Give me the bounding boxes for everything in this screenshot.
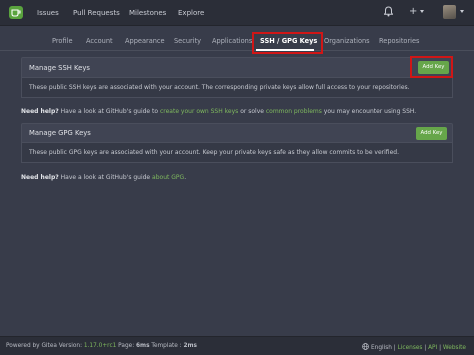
- powered-by-text: Powered by Gitea Version:: [6, 343, 84, 349]
- gitea-version: 1.17.0+rc1: [83, 343, 117, 349]
- settings-tabs: Profile Account Appearance Security Appl…: [0, 29, 474, 51]
- about-gpg-link[interactable]: about GPG: [152, 174, 184, 181]
- gpg-keys-description: These public GPG keys are associated wit…: [29, 149, 399, 156]
- ssh-help-text-2: or solve: [238, 108, 266, 115]
- page-time-label: Page:: [116, 343, 137, 349]
- ssh-help-text: Need help? Have a look at GitHub's guide…: [21, 108, 416, 115]
- footer-links: English | Licenses | API | Website: [362, 343, 466, 351]
- ssh-keys-title: Manage SSH Keys: [29, 64, 90, 72]
- ssh-help-text-1: Have a look at GitHub's guide to: [58, 108, 160, 115]
- gpg-keys-body: These public GPG keys are associated wit…: [21, 143, 453, 163]
- footer-separator: |: [393, 345, 396, 351]
- tab-profile[interactable]: Profile: [52, 37, 73, 45]
- ssh-keys-header: Manage SSH Keys Add Key: [21, 57, 453, 78]
- create-dropdown-caret-icon[interactable]: [420, 10, 424, 13]
- tab-account[interactable]: Account: [86, 37, 113, 45]
- nav-issues[interactable]: Issues: [37, 9, 59, 17]
- ssh-keys-description: These public SSH keys are associated wit…: [29, 84, 410, 91]
- language-selector[interactable]: English: [371, 345, 392, 351]
- gpg-help-text: Need help? Have a look at GitHub's guide…: [21, 174, 186, 181]
- user-avatar[interactable]: [443, 5, 456, 19]
- nav-explore[interactable]: Explore: [178, 9, 204, 17]
- tab-organizations[interactable]: Organizations: [324, 37, 370, 45]
- create-ssh-keys-link[interactable]: create your own SSH keys: [160, 108, 238, 115]
- nav-milestones[interactable]: Milestones: [129, 9, 166, 17]
- create-new-icon[interactable]: +: [409, 6, 417, 17]
- gpg-keys-title: Manage GPG Keys: [29, 129, 91, 137]
- common-problems-link[interactable]: common problems: [266, 108, 322, 115]
- nav-pull-requests[interactable]: Pull Requests: [73, 9, 120, 17]
- tab-applications[interactable]: Applications: [212, 37, 252, 45]
- ssh-keys-body: These public SSH keys are associated wit…: [21, 78, 453, 98]
- gpg-help-text-2: .: [184, 174, 187, 181]
- highlight-box-tab: [252, 32, 323, 54]
- page-time-value: 6ms: [136, 343, 150, 349]
- gitea-logo-icon[interactable]: [9, 6, 23, 19]
- gpg-help-text-1: Have a look at GitHub's guide: [58, 174, 153, 181]
- tab-appearance[interactable]: Appearance: [125, 37, 165, 45]
- highlight-box-add-key: [410, 56, 453, 78]
- gpg-help-prefix: Need help?: [21, 174, 59, 181]
- footer-separator: |: [439, 345, 442, 351]
- api-link[interactable]: API: [428, 345, 437, 351]
- ssh-help-text-3: you may encounter using SSH.: [321, 108, 417, 115]
- top-navbar: Issues Pull Requests Milestones Explore …: [0, 0, 474, 26]
- licenses-link[interactable]: Licenses: [398, 345, 423, 351]
- page-footer: Powered by Gitea Version: 1.17.0+rc1 Pag…: [0, 336, 474, 355]
- footer-separator: |: [424, 345, 427, 351]
- footer-version-info: Powered by Gitea Version: 1.17.0+rc1 Pag…: [6, 343, 197, 349]
- user-dropdown-caret-icon[interactable]: [460, 10, 464, 13]
- template-time-value: 2ms: [183, 343, 198, 349]
- tab-security[interactable]: Security: [174, 37, 201, 45]
- ssh-help-prefix: Need help?: [21, 108, 59, 115]
- add-gpg-key-button[interactable]: Add Key: [416, 127, 447, 140]
- tab-repositories[interactable]: Repositories: [379, 37, 419, 45]
- gpg-keys-header: Manage GPG Keys Add Key: [21, 123, 453, 143]
- website-link[interactable]: Website: [443, 345, 466, 351]
- globe-icon: [362, 343, 371, 351]
- notifications-bell-icon[interactable]: [383, 6, 394, 19]
- template-time-label: Template :: [149, 343, 184, 349]
